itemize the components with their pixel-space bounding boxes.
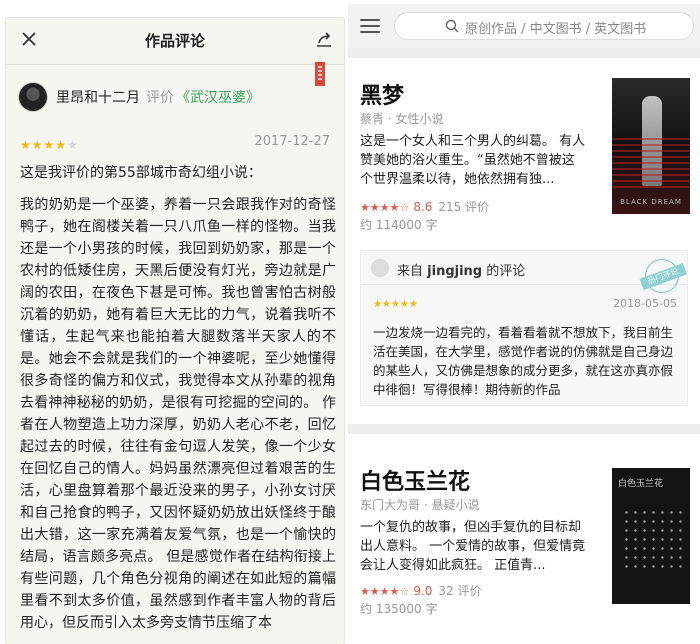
reviewer-name[interactable]: 里昂和十二月 — [56, 87, 140, 107]
comment-text: 一边发烧一边看完的，看着看着就不想放下，我目前生活在美国，在大学里，感觉作者说的… — [373, 325, 674, 397]
share-icon[interactable] — [314, 30, 334, 50]
book-cover[interactable]: 白色玉兰花 — [612, 468, 690, 604]
search-input[interactable]: 原创作品 / 中文图书 / 英文图书 — [394, 12, 694, 40]
rating-count[interactable]: 215 评价 — [438, 200, 489, 214]
top-bar: 原创作品 / 中文图书 / 英文图书 — [348, 4, 700, 48]
rating-stars: ★★★★☆ — [360, 585, 410, 598]
book-author[interactable]: 蔡青 · 女性小说 — [360, 110, 443, 127]
book-title[interactable]: 白色玉兰花 — [360, 464, 470, 496]
avatar[interactable] — [18, 82, 48, 112]
book-title[interactable]: 黑梦 — [360, 78, 404, 110]
reviewer-row: 里昂和十二月 评价 《武汉巫婆》 — [18, 80, 260, 114]
search-placeholder: 原创作品 / 中文图书 / 英文图书 — [465, 22, 647, 37]
rating-stars: ★★★★★ — [20, 138, 79, 152]
star-empty-icon: ★ — [67, 138, 79, 152]
comment-source: 来自 jingjing 的评论 — [397, 264, 526, 279]
rating-row: ★★★★★ 2017-12-27 — [20, 134, 330, 152]
rating-score: 9.0 — [413, 584, 433, 598]
comment-user[interactable]: jingjing — [427, 264, 482, 279]
featured-comment[interactable]: 来自 jingjing 的评论 热门评论 ★★★★★ 2018-05-05 一边… — [360, 250, 688, 406]
rating-stars: ★★★★☆ — [360, 201, 410, 214]
bookmark-icon[interactable] — [315, 62, 325, 86]
search-icon — [445, 19, 459, 33]
avatar[interactable] — [371, 259, 389, 277]
word-count: 约 135000 字 — [360, 602, 438, 616]
book-card[interactable]: 白色玉兰花 东门大为哥 · 悬疑小说 一个复仇的故事，但凶手复仇的目标却出人意料… — [348, 434, 700, 644]
book-author[interactable]: 东门大为哥 · 悬疑小说 — [360, 496, 479, 513]
review-paragraph: 这是我评价的第55部城市奇幻组小说： — [20, 165, 262, 181]
divider — [6, 64, 344, 65]
book-description: 一个复仇的故事，但凶手复仇的目标却出人意料。 一个爱情的故事，但爱情竟会让人变得… — [360, 520, 586, 573]
review-body: 这是我评价的第55部城市奇幻组小说： 我的奶奶是一个巫婆，养着一只会跟我作对的奇… — [20, 162, 336, 644]
review-detail-screen: 作品评论 里昂和十二月 评价 《武汉巫婆》 ★★★★★ 2017-12-27 这… — [6, 18, 344, 644]
nav-bar: 作品评论 — [6, 18, 344, 64]
page-title: 作品评论 — [144, 32, 205, 50]
book-description: 这是一个女人和三个男人的纠葛。 有人赞美她的浴火重生。“虽然她不曾被这个世界温柔… — [360, 134, 586, 187]
book-rating: ★★★★☆ 9.0 32 评价 — [360, 582, 482, 599]
book-cover[interactable]: BLACK DREAM — [612, 78, 690, 214]
menu-icon[interactable] — [360, 19, 380, 33]
book-card[interactable]: 黑梦 蔡青 · 女性小说 这是一个女人和三个男人的纠葛。 有人赞美她的浴火重生。… — [348, 58, 700, 424]
word-count: 约 114000 字 — [360, 218, 438, 232]
review-verb: 评价 — [146, 90, 174, 106]
star-icon: ★★★★ — [20, 138, 68, 152]
comment-header: 来自 jingjing 的评论 — [361, 251, 687, 285]
discover-screen: 原创作品 / 中文图书 / 英文图书 黑梦 蔡青 · 女性小说 这是一个女人和三… — [348, 4, 700, 644]
rating-count[interactable]: 32 评价 — [438, 584, 481, 598]
review-paragraph: 我的奶奶是一个巫婆，养着一只会跟我作对的奇怪鸭子，她在阁楼关着一只八爪鱼一样的怪… — [20, 197, 336, 631]
review-date: 2017-12-27 — [254, 134, 330, 149]
book-link[interactable]: 《武汉巫婆》 — [176, 87, 260, 107]
book-rating: ★★★★☆ 8.6 215 评价 — [360, 198, 489, 215]
comment-date: 2018-05-05 — [613, 297, 677, 310]
rating-score: 8.6 — [413, 200, 433, 214]
comment-stars: ★★★★★ — [373, 299, 418, 310]
